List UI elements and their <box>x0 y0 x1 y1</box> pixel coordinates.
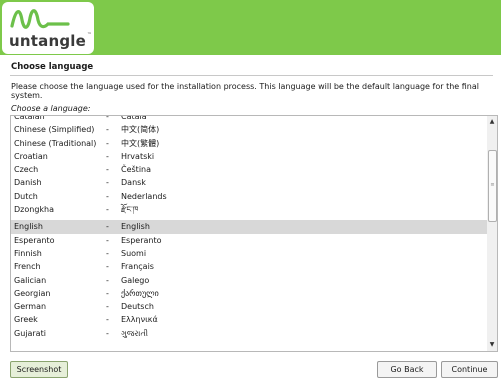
language-name: German <box>14 302 47 312</box>
language-row[interactable]: Croatian - Hrvatski <box>11 150 488 163</box>
language-native-name: ქართული <box>121 288 159 298</box>
language-row[interactable]: Danish - Dansk <box>11 176 488 189</box>
language-row[interactable]: Czech - Čeština <box>11 163 488 176</box>
language-row[interactable]: Dutch - Nederlands <box>11 190 488 203</box>
list-prompt: Choose a language: <box>11 104 91 113</box>
language-name: English <box>14 222 43 232</box>
language-native-name: Galego <box>121 275 150 285</box>
language-native-name: 中文(繁體) <box>121 138 160 148</box>
language-separator: - <box>106 205 109 215</box>
language-row[interactable]: Esperanto - Esperanto <box>11 234 488 247</box>
language-row[interactable]: Catalan - Català <box>11 115 488 123</box>
grip-icon: ≡ <box>490 182 495 188</box>
language-native-name: Català <box>121 115 147 121</box>
language-row[interactable]: German - Deutsch <box>11 300 488 313</box>
language-row[interactable]: Finnish - Suomi <box>11 247 488 260</box>
language-separator: - <box>106 288 109 298</box>
language-native-name: Nederlands <box>121 191 167 201</box>
language-native-name: ગુજરાતી <box>121 328 149 338</box>
language-row[interactable]: Dzongkha - རྫོང་ཁ <box>11 203 488 216</box>
language-separator: - <box>106 191 109 201</box>
untangle-logo: untangle™ <box>2 2 94 54</box>
language-row[interactable]: Chinese (Simplified) - 中文(简体) <box>11 123 488 136</box>
language-name: Danish <box>14 178 42 188</box>
language-name: Esperanto <box>14 235 55 245</box>
language-native-name: Dansk <box>121 178 146 188</box>
language-native-name: Hrvatski <box>121 151 155 161</box>
language-native-name: Esperanto <box>121 235 162 245</box>
language-name: French <box>14 262 41 272</box>
language-row[interactable]: English - English <box>11 220 488 234</box>
language-name: Georgian <box>14 288 51 298</box>
language-name: Catalan <box>14 115 45 121</box>
language-row[interactable]: Gujarati - ગુજરાતી <box>11 327 488 340</box>
language-name: Dutch <box>14 191 38 201</box>
language-row[interactable]: French - Français <box>11 260 488 273</box>
language-name: Gujarati <box>14 328 46 338</box>
language-separator: - <box>106 125 109 135</box>
language-row[interactable]: Greek - Ελληνικά <box>11 313 488 326</box>
language-separator: - <box>106 302 109 312</box>
go-back-button[interactable]: Go Back <box>377 361 437 378</box>
language-name: Croatian <box>14 151 48 161</box>
language-separator: - <box>106 235 109 245</box>
language-native-name: English <box>121 222 150 232</box>
language-separator: - <box>106 275 109 285</box>
language-rows: Catalan - Català Chinese (Simplified) - 中文(简体… <box>11 115 488 340</box>
logo-wave-icon <box>10 9 70 29</box>
scrollbar-thumb[interactable]: ≡ <box>488 150 497 222</box>
language-separator: - <box>106 248 109 258</box>
logo-wordmark: untangle™ <box>9 32 93 50</box>
language-separator: - <box>106 138 109 148</box>
page-description: Please choose the language used for the … <box>11 82 479 100</box>
language-separator: - <box>106 262 109 272</box>
scroll-up-arrow-icon[interactable]: ▲ <box>488 118 496 126</box>
language-native-name: Čeština <box>121 165 152 175</box>
language-row[interactable]: Chinese (Traditional) - 中文(繁體) <box>11 137 488 150</box>
language-row[interactable]: Galician - Galego <box>11 274 488 287</box>
page-title: Choose language <box>11 62 94 72</box>
language-separator: - <box>106 178 109 188</box>
language-native-name: Français <box>121 262 154 272</box>
language-separator: - <box>106 328 109 338</box>
language-separator: - <box>106 151 109 161</box>
language-list[interactable]: Catalan - Català Chinese (Simplified) - 中文(简体… <box>10 115 489 352</box>
language-separator: - <box>106 165 109 175</box>
language-native-name: Deutsch <box>121 302 154 312</box>
language-list-scrollbar[interactable]: ▲ ≡ ▼ <box>487 115 498 352</box>
screenshot-button[interactable]: Screenshot <box>10 361 68 378</box>
language-name: Chinese (Simplified) <box>14 125 95 135</box>
language-name: Czech <box>14 165 39 175</box>
language-separator: - <box>106 115 109 121</box>
language-native-name: Suomi <box>121 248 147 258</box>
language-separator: - <box>106 315 109 325</box>
scroll-down-arrow-icon[interactable]: ▼ <box>488 341 496 349</box>
language-name: Greek <box>14 315 38 325</box>
language-name: Chinese (Traditional) <box>14 138 97 148</box>
language-native-name: 中文(简体) <box>121 125 160 135</box>
language-native-name: རྫོང་ཁ <box>121 205 139 215</box>
language-row[interactable]: Georgian - ქართული <box>11 287 488 300</box>
language-native-name: Ελληνικά <box>121 315 158 325</box>
language-name: Galician <box>14 275 47 285</box>
language-separator: - <box>106 222 109 232</box>
header-bar: untangle™ <box>0 0 501 55</box>
language-name: Finnish <box>14 248 42 258</box>
language-name: Dzongkha <box>14 205 55 215</box>
title-divider <box>10 75 493 76</box>
continue-button[interactable]: Continue <box>441 361 498 378</box>
